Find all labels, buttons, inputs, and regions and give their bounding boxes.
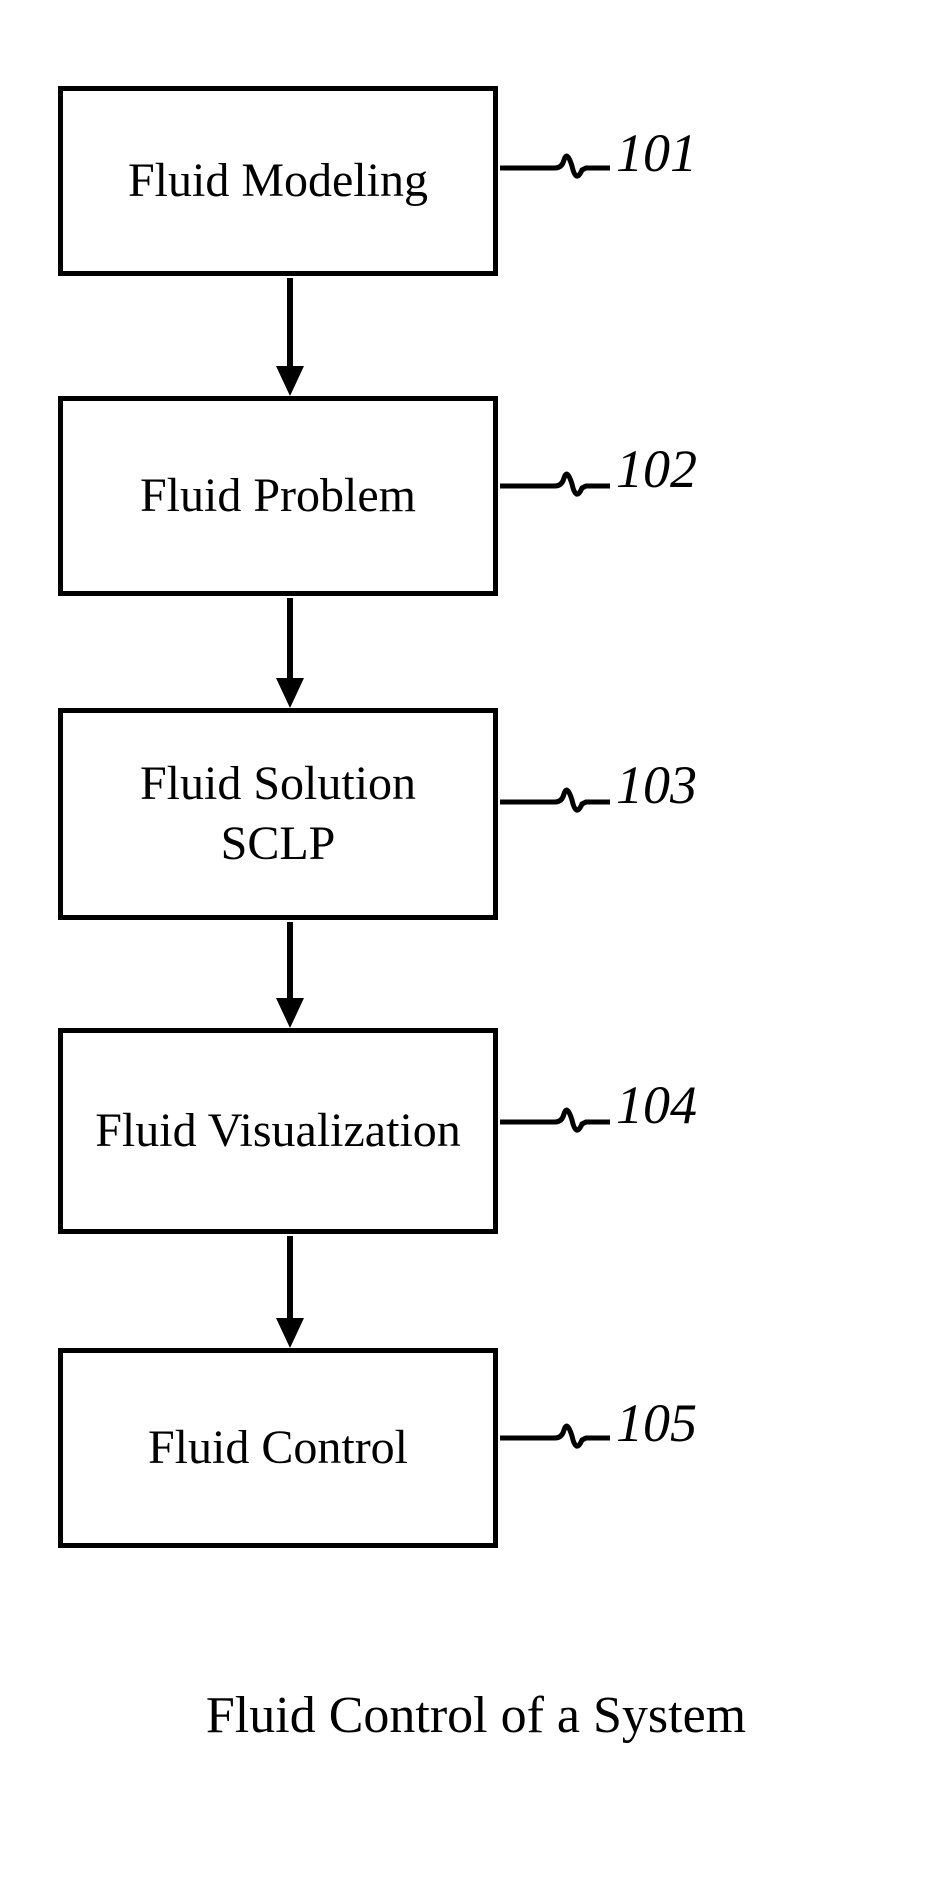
box-label-101: 101 [616, 122, 697, 184]
connector-squiggle-icon [500, 1410, 610, 1470]
box-label-104: 104 [616, 1074, 697, 1136]
flowchart-diagram: Fluid Modeling Fluid Problem Fluid Solut… [0, 0, 952, 1903]
diagram-caption: Fluid Control of a System [0, 1686, 952, 1745]
connector-squiggle-icon [500, 458, 610, 518]
connector-squiggle-icon [500, 774, 610, 834]
flow-box-fluid-visualization: Fluid Visualization [58, 1028, 498, 1234]
arrow-down-icon [270, 278, 310, 396]
box-label-105: 105 [616, 1392, 697, 1454]
flow-box-fluid-solution-sclp: Fluid SolutionSCLP [58, 708, 498, 920]
arrow-down-icon [270, 1236, 310, 1348]
box-label-103: 103 [616, 754, 697, 816]
box-label-102: 102 [616, 438, 697, 500]
connector-squiggle-icon [500, 1094, 610, 1154]
flow-box-text: Fluid Modeling [128, 151, 428, 211]
flow-box-fluid-modeling: Fluid Modeling [58, 86, 498, 276]
flow-box-text: Fluid Control [148, 1418, 408, 1478]
flow-box-text: Fluid Visualization [95, 1101, 461, 1161]
flow-box-fluid-control: Fluid Control [58, 1348, 498, 1548]
flow-box-text: Fluid SolutionSCLP [140, 754, 416, 874]
connector-squiggle-icon [500, 140, 610, 200]
flow-box-text: Fluid Problem [140, 466, 416, 526]
flow-box-fluid-problem: Fluid Problem [58, 396, 498, 596]
arrow-down-icon [270, 922, 310, 1028]
arrow-down-icon [270, 598, 310, 708]
